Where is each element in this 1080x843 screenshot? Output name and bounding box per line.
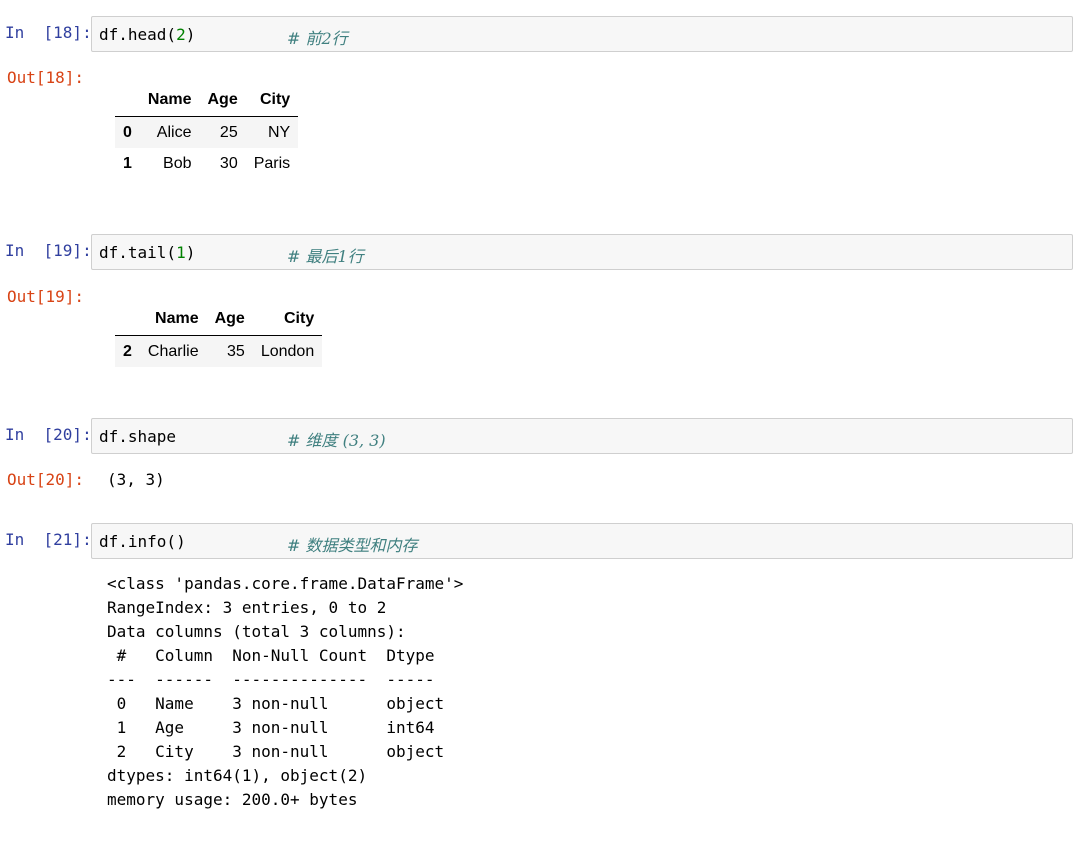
output-prompt: Out[19]: bbox=[7, 287, 85, 306]
column-header: Name bbox=[139, 303, 207, 336]
column-header: City bbox=[245, 84, 299, 117]
table-cell: Charlie bbox=[147, 342, 199, 360]
code-comment: # 数据类型和内存 bbox=[287, 536, 418, 555]
code-text: df.info() bbox=[99, 532, 186, 551]
table-row: 1 Bob 30 Paris bbox=[115, 148, 298, 179]
input-prompt: In [19]: bbox=[5, 241, 92, 260]
table-cell: Alice bbox=[156, 123, 192, 141]
table-row: 0 Alice 25 NY bbox=[115, 116, 299, 148]
column-header: Name bbox=[139, 84, 200, 117]
row-index: 0 bbox=[123, 123, 132, 141]
table-cell: 30 bbox=[219, 154, 238, 172]
table-cell: NY bbox=[267, 123, 291, 141]
input-prompt: In [18]: bbox=[5, 23, 92, 42]
table-cell: Paris bbox=[253, 154, 291, 172]
stdout-output: <class 'pandas.core.frame.DataFrame'> Ra… bbox=[107, 574, 464, 809]
code-text: df.shape bbox=[99, 427, 177, 446]
row-index: 2 bbox=[123, 342, 132, 360]
column-header: City bbox=[252, 303, 323, 336]
input-prompt: In [20]: bbox=[5, 425, 92, 444]
dataframe-output: Name Age City 0 Alice 25 NY 1 Bob 30 Par… bbox=[115, 84, 299, 179]
output-prompt: Out[18]: bbox=[7, 68, 85, 87]
code-comment: # 维度 (3, 3) bbox=[287, 431, 386, 450]
table-row: 2 Charlie 35 London bbox=[115, 335, 323, 367]
text-output: (3, 3) bbox=[107, 470, 165, 489]
input-prompt: In [21]: bbox=[5, 530, 92, 549]
table-header-row: Name Age City bbox=[115, 303, 323, 336]
row-index: 1 bbox=[123, 154, 132, 172]
code-input[interactable]: df.info() # 数据类型和内存 bbox=[91, 523, 1073, 559]
code-comment: # 最后1行 bbox=[287, 247, 364, 266]
code-text: df.tail(1) bbox=[99, 243, 196, 262]
table-header-row: Name Age City bbox=[115, 84, 299, 117]
index-header bbox=[115, 84, 140, 117]
code-text: df.head(2) bbox=[99, 25, 196, 44]
code-input[interactable]: df.head(2) # 前2行 bbox=[91, 16, 1073, 52]
column-header: Age bbox=[206, 303, 253, 336]
code-input[interactable]: df.tail(1) # 最后1行 bbox=[91, 234, 1073, 270]
dataframe-output: Name Age City 2 Charlie 35 London bbox=[115, 303, 323, 367]
table-cell: 25 bbox=[219, 123, 238, 141]
output-prompt: Out[20]: bbox=[7, 470, 85, 489]
index-header bbox=[115, 303, 140, 336]
table-cell: 35 bbox=[227, 342, 245, 360]
table-cell: London bbox=[260, 342, 315, 360]
code-input[interactable]: df.shape # 维度 (3, 3) bbox=[91, 418, 1073, 454]
table-cell: Bob bbox=[163, 154, 192, 172]
code-comment: # 前2行 bbox=[287, 29, 348, 48]
column-header: Age bbox=[199, 84, 246, 117]
